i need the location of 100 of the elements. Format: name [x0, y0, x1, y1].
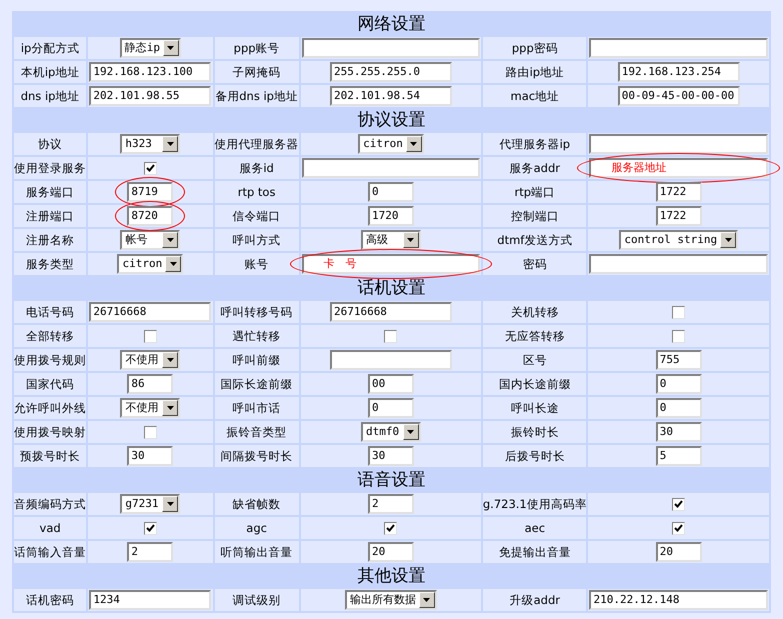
input-field[interactable]: 755	[656, 350, 702, 370]
section-title: 其他设置	[358, 566, 426, 586]
caret-icon	[166, 142, 174, 146]
dropdown-arrow-button[interactable]	[418, 592, 435, 608]
field-label: 听筒输出音量	[220, 544, 293, 560]
dropdown[interactable]: h323	[120, 134, 180, 154]
dropdown-arrow-button[interactable]	[406, 136, 422, 152]
dropdown[interactable]: 不使用	[120, 398, 180, 418]
dropdown-arrow-button[interactable]	[162, 352, 178, 368]
field-label: 备用dns ip地址	[215, 88, 298, 104]
checkbox[interactable]	[672, 522, 686, 534]
dropdown-arrow-button[interactable]	[402, 232, 419, 248]
input-field[interactable]: 0	[656, 398, 702, 418]
dropdown[interactable]: g7231	[120, 494, 180, 514]
dropdown-arrow-button[interactable]	[402, 424, 419, 440]
input-field[interactable]: 192.168.123.100	[89, 62, 212, 82]
input-field[interactable]: 服务器地址	[589, 158, 768, 178]
input-field[interactable]: 卡 号	[302, 254, 480, 274]
field-label: 区号	[522, 352, 547, 368]
input-field[interactable]: 26716668	[89, 302, 212, 322]
input-field[interactable]: 1722	[656, 206, 702, 226]
dropdown-arrow-button[interactable]	[720, 232, 736, 248]
field-label: 注册名称	[26, 232, 74, 248]
input-field[interactable]	[589, 254, 768, 274]
dropdown[interactable]: 不使用	[120, 350, 180, 370]
field-label: rtp端口	[514, 184, 556, 200]
checkmark-icon	[146, 164, 155, 172]
field-label: 服务端口	[26, 184, 74, 200]
field-label: agc	[246, 520, 267, 536]
input-field[interactable]: 8719	[127, 182, 174, 202]
input-field[interactable]: 20	[656, 542, 702, 562]
checkbox[interactable]	[144, 426, 157, 438]
input-field[interactable]: 2	[127, 542, 174, 562]
dropdown[interactable]: 高级	[360, 230, 421, 250]
field-label: 振铃时长	[510, 424, 559, 440]
dropdown-arrow-button[interactable]	[162, 136, 178, 152]
input-field[interactable]: 1722	[656, 182, 702, 202]
checkbox[interactable]	[144, 162, 157, 174]
dropdown[interactable]: citron	[117, 254, 184, 274]
checkbox[interactable]	[384, 522, 398, 534]
checkbox[interactable]	[672, 306, 686, 318]
dropdown[interactable]: citron	[358, 134, 424, 154]
field-label: 子网掩码	[232, 64, 281, 80]
input-field[interactable]	[302, 38, 480, 58]
checkbox[interactable]	[144, 522, 157, 534]
field-label: 间隔拨号时长	[220, 448, 293, 464]
field-label: 升级addr	[510, 592, 560, 608]
input-field[interactable]: 0	[656, 374, 702, 394]
input-field[interactable]	[589, 134, 768, 154]
input-field[interactable]: 1720	[368, 206, 414, 226]
dropdown-arrow-button[interactable]	[162, 496, 178, 512]
checkmark-icon	[674, 500, 684, 508]
dropdown-arrow-button[interactable]	[162, 232, 178, 248]
input-field[interactable]: 86	[127, 374, 174, 394]
field-label: 无应答转移	[504, 328, 565, 344]
input-field[interactable]	[330, 350, 452, 370]
input-field[interactable]: 00	[368, 374, 414, 394]
input-field[interactable]: 1234	[89, 590, 212, 610]
input-field[interactable]: 2	[368, 494, 414, 514]
input-field[interactable]: 8720	[127, 206, 174, 226]
input-field[interactable]: 30	[127, 446, 174, 466]
checkbox[interactable]	[672, 498, 686, 510]
field-label: 全部转移	[26, 328, 74, 344]
input-field[interactable]: 26716668	[330, 302, 452, 322]
field-label: 国内长途前缀	[498, 376, 571, 392]
field-label: 信令端口	[232, 208, 281, 224]
input-field[interactable]	[589, 38, 768, 58]
input-field[interactable]: 0	[368, 398, 414, 418]
dropdown[interactable]: 静态ip	[120, 38, 181, 58]
caret-icon	[166, 502, 174, 506]
input-field[interactable]: 30	[368, 446, 414, 466]
input-field[interactable]: 202.101.98.54	[330, 86, 452, 106]
input-field[interactable]: 202.101.98.55	[89, 86, 212, 106]
input-field[interactable]: 192.168.123.254	[618, 62, 740, 82]
checkbox[interactable]	[384, 330, 398, 342]
input-field[interactable]: 5	[656, 446, 702, 466]
checkmark-icon	[674, 524, 684, 532]
field-label: ppp账号	[234, 40, 280, 56]
dropdown[interactable]: control string	[619, 230, 738, 250]
dropdown-arrow-button[interactable]	[162, 400, 178, 416]
input-field[interactable]: 210.22.12.148	[589, 590, 768, 610]
field-label: 缺省帧数	[232, 496, 281, 512]
dropdown[interactable]: 输出所有数据	[344, 590, 437, 610]
dropdown-arrow-button[interactable]	[162, 40, 179, 56]
dropdown[interactable]: dtmf0	[360, 422, 421, 442]
input-field[interactable]: 30	[656, 422, 702, 442]
input-field[interactable]: 255.255.255.0	[330, 62, 452, 82]
dropdown-arrow-button[interactable]	[165, 256, 182, 272]
checkbox[interactable]	[672, 330, 686, 342]
section-title: 语音设置	[358, 470, 426, 490]
checkbox[interactable]	[144, 330, 157, 342]
input-field[interactable]: 00-09-45-00-00-00	[618, 86, 740, 106]
section-title: 协议设置	[358, 110, 426, 130]
input-field[interactable]	[302, 158, 480, 178]
field-label: dns ip地址	[20, 88, 80, 104]
dropdown[interactable]: 帐号	[120, 230, 180, 250]
field-label: 使用代理服务器	[214, 136, 299, 152]
input-field[interactable]: 0	[368, 182, 414, 202]
input-field[interactable]: 20	[368, 542, 414, 562]
field-label: rtp tos	[238, 184, 276, 200]
